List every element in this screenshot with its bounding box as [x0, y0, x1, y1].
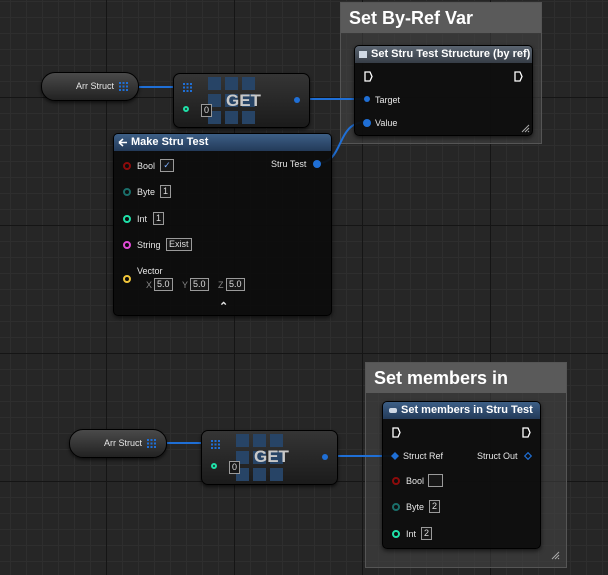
output-pin[interactable]: [322, 454, 328, 460]
arr-struct-label: Arr Struct: [104, 438, 143, 448]
get-node[interactable]: GET 0: [173, 73, 310, 128]
resize-grip-icon[interactable]: [551, 551, 560, 560]
bool-checkbox[interactable]: [428, 474, 443, 487]
vector-label: Vector: [137, 266, 163, 276]
vector-pin[interactable]: [123, 275, 131, 283]
int-label: Int: [137, 214, 148, 224]
set-members-title: Set members in Stru Test: [401, 404, 533, 416]
int-input[interactable]: 1: [153, 212, 165, 225]
index-pin[interactable]: [211, 463, 217, 469]
exec-out-icon[interactable]: [522, 427, 531, 438]
resize-grip-icon[interactable]: [521, 124, 530, 133]
struct-ref-pin[interactable]: [391, 452, 399, 460]
bool-checkbox[interactable]: ✓: [160, 159, 174, 172]
struct-out-pin[interactable]: [524, 452, 532, 460]
vector-z-input[interactable]: 5.0: [226, 278, 245, 291]
struct-out-label: Struct Out: [477, 451, 518, 461]
value-label: Value: [375, 118, 398, 128]
vector-y-label: Y: [182, 280, 189, 290]
int-pin[interactable]: [123, 215, 131, 223]
vector-x-label: X: [146, 280, 153, 290]
comment-title: Set By-Ref Var: [341, 3, 541, 33]
array-grid-icon[interactable]: [119, 82, 128, 91]
string-label: String: [137, 240, 161, 250]
set-by-ref-title: Set Stru Test Structure (by ref): [371, 48, 531, 60]
function-icon: [389, 407, 397, 413]
target-pin[interactable]: [364, 96, 370, 102]
arr-struct-variable-node[interactable]: Arr Struct: [41, 72, 139, 101]
byte-label: Byte: [137, 187, 156, 197]
vector-y-input[interactable]: 5.0: [190, 278, 209, 291]
vector-z-label: Z: [218, 280, 224, 290]
byte-input[interactable]: 1: [160, 185, 172, 198]
make-stru-test-node[interactable]: Make Stru Test Stru Test Bool ✓ Byte 1 I…: [113, 133, 332, 316]
byte-label: Byte: [406, 502, 425, 512]
string-pin[interactable]: [123, 241, 131, 249]
array-grid-icon[interactable]: [211, 440, 220, 449]
array-grid-icon[interactable]: [147, 439, 156, 448]
get-label: GET: [254, 447, 289, 466]
get-node[interactable]: GET 0: [201, 430, 338, 485]
value-pin[interactable]: [363, 119, 371, 127]
exec-in-icon[interactable]: [364, 71, 373, 82]
arr-struct-variable-node[interactable]: Arr Struct: [69, 429, 167, 458]
bool-label: Bool: [137, 161, 156, 171]
vector-x-input[interactable]: 5.0: [154, 278, 173, 291]
byte-input[interactable]: 2: [429, 500, 441, 513]
array-grid-icon[interactable]: [183, 83, 192, 92]
struct-ref-label: Struct Ref: [403, 451, 444, 461]
bool-pin[interactable]: [123, 162, 131, 170]
bool-pin[interactable]: [392, 477, 400, 485]
struct-icon: [118, 138, 127, 147]
arr-struct-label: Arr Struct: [76, 81, 115, 91]
string-input[interactable]: Exist: [166, 238, 192, 251]
set-members-node[interactable]: Set members in Stru Test Struct Ref Stru…: [382, 401, 560, 560]
bool-label: Bool: [406, 476, 425, 486]
make-node-title: Make Stru Test: [131, 136, 209, 148]
set-by-ref-node[interactable]: Set Stru Test Structure (by ref) Target …: [354, 45, 533, 136]
node-header: Set members in Stru Test: [383, 402, 540, 419]
node-header: Set Stru Test Structure (by ref): [355, 46, 532, 63]
exec-in-icon[interactable]: [392, 427, 401, 438]
int-input[interactable]: 2: [421, 527, 433, 540]
get-label: GET: [226, 91, 261, 110]
node-header: Make Stru Test: [114, 134, 331, 151]
collapse-chevron-icon[interactable]: ⌃: [219, 300, 228, 313]
stru-test-output-pin[interactable]: [313, 160, 321, 168]
byte-pin[interactable]: [123, 188, 131, 196]
index-input[interactable]: 0: [201, 104, 213, 117]
comment-title: Set members in: [366, 363, 566, 393]
index-input[interactable]: 0: [229, 461, 241, 474]
exec-out-icon[interactable]: [514, 71, 523, 82]
int-pin[interactable]: [392, 530, 400, 538]
output-pin[interactable]: [294, 97, 300, 103]
byte-pin[interactable]: [392, 503, 400, 511]
function-icon: [359, 50, 367, 58]
index-pin[interactable]: [183, 106, 189, 112]
target-label: Target: [375, 95, 401, 105]
stru-test-output-label: Stru Test: [271, 159, 307, 169]
int-label: Int: [406, 529, 417, 539]
